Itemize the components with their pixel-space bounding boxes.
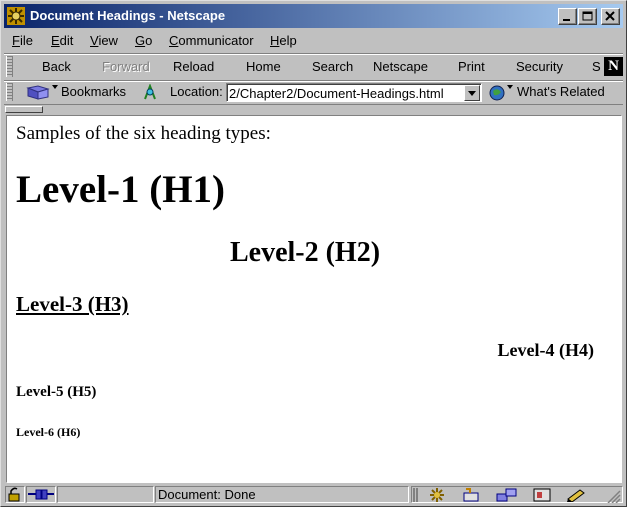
- location-label: Location:: [170, 84, 223, 99]
- page-content: Samples of the six heading types: Level-…: [6, 115, 622, 483]
- component-bar-grip-icon[interactable]: [413, 488, 421, 502]
- heading-level-4: Level-4 (H4): [497, 340, 594, 360]
- menu-edit[interactable]: Edit: [51, 32, 73, 50]
- address-book-icon[interactable]: [533, 488, 553, 502]
- security-indicator[interactable]: [5, 486, 25, 503]
- intro-paragraph: Samples of the six heading types:: [16, 123, 271, 144]
- connection-indicator[interactable]: [26, 486, 56, 503]
- status-message: Document: Done: [158, 487, 256, 502]
- resize-grip-icon[interactable]: [607, 490, 621, 503]
- menu-view[interactable]: View: [90, 32, 118, 50]
- home-button[interactable]: Home: [246, 59, 281, 75]
- menu-go[interactable]: Go: [135, 32, 152, 50]
- toolbar-tab-handle[interactable]: [5, 106, 43, 113]
- composer-icon[interactable]: [566, 488, 588, 502]
- minimize-icon: [563, 19, 570, 21]
- navigator-icon[interactable]: [428, 488, 446, 502]
- security-button[interactable]: Security: [516, 59, 563, 75]
- close-button[interactable]: [601, 8, 620, 25]
- heading-level-5: Level-5 (H5): [16, 384, 97, 400]
- heading-level-2: Level-2 (H2): [229, 237, 381, 268]
- toolbar-grip[interactable]: [6, 83, 13, 101]
- location-toolbar: Bookmarks Location: What's Related: [4, 80, 623, 103]
- chevron-down-icon: [468, 91, 476, 96]
- toolbar-grip[interactable]: [6, 56, 13, 77]
- print-button[interactable]: Print: [458, 59, 485, 75]
- navigation-toolbar: Back Forward Reload Home Search Netscape…: [4, 53, 623, 79]
- minimize-button[interactable]: [558, 8, 577, 25]
- progress-bar: [57, 486, 154, 503]
- menu-communicator[interactable]: Communicator: [169, 32, 254, 50]
- whats-related-icon[interactable]: [488, 83, 514, 102]
- bookmarks-icon[interactable]: [26, 84, 58, 101]
- title-bar: Document Headings - Netscape: [4, 4, 623, 28]
- heading-level-1: Level-1 (H1): [16, 168, 226, 211]
- search-button[interactable]: Search: [312, 59, 353, 75]
- close-icon: [605, 11, 615, 21]
- bookmarks-button[interactable]: Bookmarks: [61, 84, 126, 100]
- online-connection-icon: [28, 489, 54, 500]
- newsgroups-icon[interactable]: [496, 488, 518, 502]
- lock-icon: [8, 487, 20, 502]
- netscape-wheel-icon[interactable]: [7, 7, 25, 25]
- heading-level-3: Level-3 (H3): [16, 292, 129, 316]
- status-bar: Document: Done: [4, 484, 623, 505]
- whats-related-button[interactable]: What's Related: [517, 84, 605, 100]
- window-title: Document Headings - Netscape: [30, 8, 226, 23]
- shop-button[interactable]: S: [592, 59, 601, 75]
- heading-level-6: Level-6 (H6): [16, 425, 81, 439]
- mail-icon[interactable]: [462, 488, 484, 502]
- collapsed-toolbar-strip: [4, 104, 623, 114]
- menu-bar: File Edit View Go Communicator Help: [4, 30, 623, 52]
- forward-button[interactable]: Forward: [102, 59, 150, 75]
- back-button[interactable]: Back: [42, 59, 71, 75]
- maximize-icon: [582, 11, 593, 21]
- menu-file[interactable]: File: [12, 32, 33, 50]
- maximize-button[interactable]: [578, 8, 597, 25]
- netscape-button[interactable]: Netscape: [373, 59, 428, 75]
- menu-help[interactable]: Help: [270, 32, 297, 50]
- location-dropdown-button[interactable]: [464, 85, 480, 101]
- location-icon[interactable]: [142, 84, 158, 101]
- location-url-input[interactable]: [226, 83, 482, 102]
- browser-window: Document Headings - Netscape File Edit V…: [0, 0, 627, 507]
- reload-button[interactable]: Reload: [173, 59, 214, 75]
- netscape-logo-icon[interactable]: N: [604, 57, 623, 76]
